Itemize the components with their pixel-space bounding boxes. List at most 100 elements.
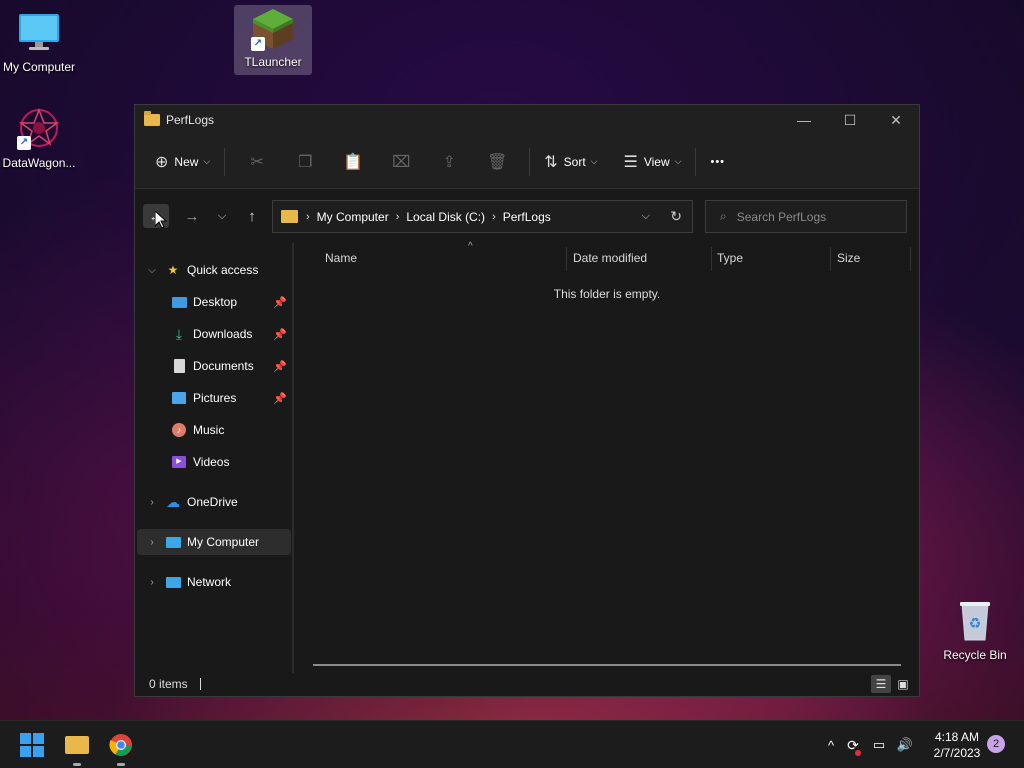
paste-icon[interactable]: 📋: [329, 152, 377, 172]
nav-item-pictures[interactable]: Pictures 📌: [137, 385, 291, 411]
nav-item-music[interactable]: ♪ Music: [137, 417, 291, 443]
toolbar-divider: [529, 147, 531, 176]
horizontal-scrollbar[interactable]: [313, 664, 901, 666]
star-icon: ★: [167, 263, 179, 277]
toolbar-divider: [695, 147, 697, 176]
column-header-type[interactable]: Type: [717, 243, 827, 273]
share-icon[interactable]: ⇪: [425, 152, 473, 172]
cloud-icon: ☁: [166, 493, 180, 510]
column-header-size[interactable]: Size: [837, 243, 907, 273]
clock[interactable]: 4:18 AM 2/7/2023: [926, 729, 988, 761]
new-label: New: [174, 154, 199, 169]
nav-label: My Computer: [187, 535, 260, 549]
running-indicator: [73, 763, 81, 766]
maximize-button[interactable]: ☐: [827, 105, 873, 135]
taskbar-chrome[interactable]: [105, 729, 137, 766]
address-history-chevron-icon[interactable]: ⌵: [642, 210, 650, 223]
desktop-icon-label: My Computer: [2, 60, 76, 74]
monitor-icon: [17, 10, 61, 54]
close-button[interactable]: ✕: [873, 105, 919, 135]
forward-button[interactable]: →: [177, 204, 207, 228]
title-bar[interactable]: PerfLogs — ☐ ✕: [135, 105, 919, 135]
desktop-icon-datawagon[interactable]: ↗ DataWagon...: [0, 100, 78, 170]
search-input[interactable]: [736, 209, 887, 224]
notification-badge[interactable]: 2: [987, 735, 1005, 753]
address-bar[interactable]: › My Computer › Local Disk (C:) › PerfLo…: [272, 200, 693, 233]
chevron-right-icon: ›: [150, 496, 154, 508]
chevron-right-icon: ›: [150, 536, 154, 548]
pin-icon: 📌: [273, 328, 287, 341]
nav-label: Desktop: [193, 295, 238, 309]
details-view-icon[interactable]: ☰: [871, 675, 891, 693]
view-button[interactable]: ☰ View ⌵: [618, 146, 688, 178]
search-box[interactable]: ⌕: [705, 200, 907, 233]
column-header-name[interactable]: Name ^: [325, 241, 565, 273]
nav-item-videos[interactable]: ▶ Videos: [137, 449, 291, 475]
desktop-icon-tlauncher[interactable]: ↗ TLauncher: [234, 5, 312, 75]
nav-label: Pictures: [193, 391, 237, 405]
taskbar: ^ ⟳ ▭ 🔊 4:18 AM 2/7/2023: [0, 720, 1024, 768]
column-divider[interactable]: [830, 247, 831, 271]
minimize-button[interactable]: —: [781, 105, 827, 135]
breadcrumb-my-computer[interactable]: My Computer: [317, 210, 389, 224]
nav-label: OneDrive: [187, 495, 238, 509]
desktop-folder-icon: [171, 295, 187, 309]
nav-quick-access[interactable]: ⌵ ★ Quick access: [137, 257, 291, 283]
chevron-down-icon: ⌵: [674, 156, 682, 166]
running-indicator: [117, 763, 125, 766]
recent-locations-button[interactable]: ⌵: [207, 204, 237, 228]
chevron-down-icon: ⌵: [590, 156, 598, 166]
network-status-icon[interactable]: ▭: [866, 737, 892, 753]
column-header-date-modified[interactable]: Date modified: [573, 243, 709, 273]
nav-network[interactable]: › Network: [137, 569, 291, 595]
show-hidden-icons-chevron-icon[interactable]: ^: [822, 738, 840, 753]
address-row: ← → ⌵ ↑ › My Computer › Local Disk (C:) …: [135, 189, 919, 243]
cut-icon[interactable]: ✂: [233, 152, 281, 172]
item-count: 0 items: [149, 677, 188, 691]
desktop-icon-recycle-bin[interactable]: ♻ Recycle Bin: [936, 592, 1014, 662]
desktop-icon-label: DataWagon...: [2, 156, 76, 170]
breadcrumb-separator-icon: ›: [492, 210, 496, 223]
copy-icon[interactable]: ❐: [281, 152, 329, 172]
nav-pane-divider[interactable]: [292, 243, 294, 673]
breadcrumb-perflogs[interactable]: PerfLogs: [503, 210, 551, 224]
command-bar: ⊕ New ⌵ ✂ ❐ 📋 ⌧ ⇪ 🗑 ⇅ Sort ⌵ ☰ View ⌵ ••…: [135, 135, 919, 189]
nav-label: Music: [193, 423, 225, 437]
start-button[interactable]: [16, 729, 48, 761]
column-divider[interactable]: [910, 247, 911, 271]
nav-item-desktop[interactable]: Desktop 📌: [137, 289, 291, 315]
new-button[interactable]: ⊕ New ⌵: [149, 146, 216, 178]
up-button[interactable]: ↑: [237, 204, 267, 228]
rename-icon[interactable]: ⌧: [377, 152, 425, 172]
large-icons-view-icon[interactable]: ▣: [893, 675, 913, 693]
column-divider[interactable]: [566, 247, 567, 271]
taskbar-file-explorer[interactable]: [61, 729, 93, 766]
view-lines-icon: ☰: [623, 153, 638, 171]
folder-icon: [144, 111, 160, 126]
sort-caret-up-icon: ^: [468, 241, 473, 252]
sort-arrows-icon: ⇅: [544, 153, 558, 171]
delete-icon[interactable]: 🗑: [473, 152, 521, 172]
network-icon: [165, 575, 181, 589]
mouse-cursor-icon: [154, 209, 168, 229]
nav-item-documents[interactable]: Documents 📌: [137, 353, 291, 379]
column-divider[interactable]: [711, 247, 712, 271]
refresh-icon[interactable]: ↻: [670, 208, 682, 225]
music-icon: ♪: [171, 423, 187, 437]
empty-folder-message: This folder is empty.: [553, 287, 661, 301]
nav-my-computer[interactable]: › My Computer: [137, 529, 291, 555]
nav-item-downloads[interactable]: ⤓ Downloads 📌: [137, 321, 291, 347]
nav-onedrive[interactable]: › ☁ OneDrive: [137, 489, 291, 515]
sort-button[interactable]: ⇅ Sort ⌵: [538, 146, 603, 178]
file-list: Name ^ Date modified Type Size This fold…: [295, 241, 919, 678]
more-options-button[interactable]: •••: [704, 146, 731, 178]
breadcrumb-local-disk[interactable]: Local Disk (C:): [406, 210, 485, 224]
sync-icon[interactable]: ⟳: [840, 737, 866, 756]
folder-icon: [65, 736, 89, 754]
shortcut-arrow-icon: ↗: [251, 37, 265, 51]
view-label: View: [643, 154, 670, 169]
recycle-bin-icon: ♻: [953, 598, 997, 642]
volume-icon[interactable]: 🔊: [892, 737, 918, 753]
search-icon: ⌕: [720, 209, 727, 223]
desktop-icon-my-computer[interactable]: My Computer: [0, 4, 78, 74]
